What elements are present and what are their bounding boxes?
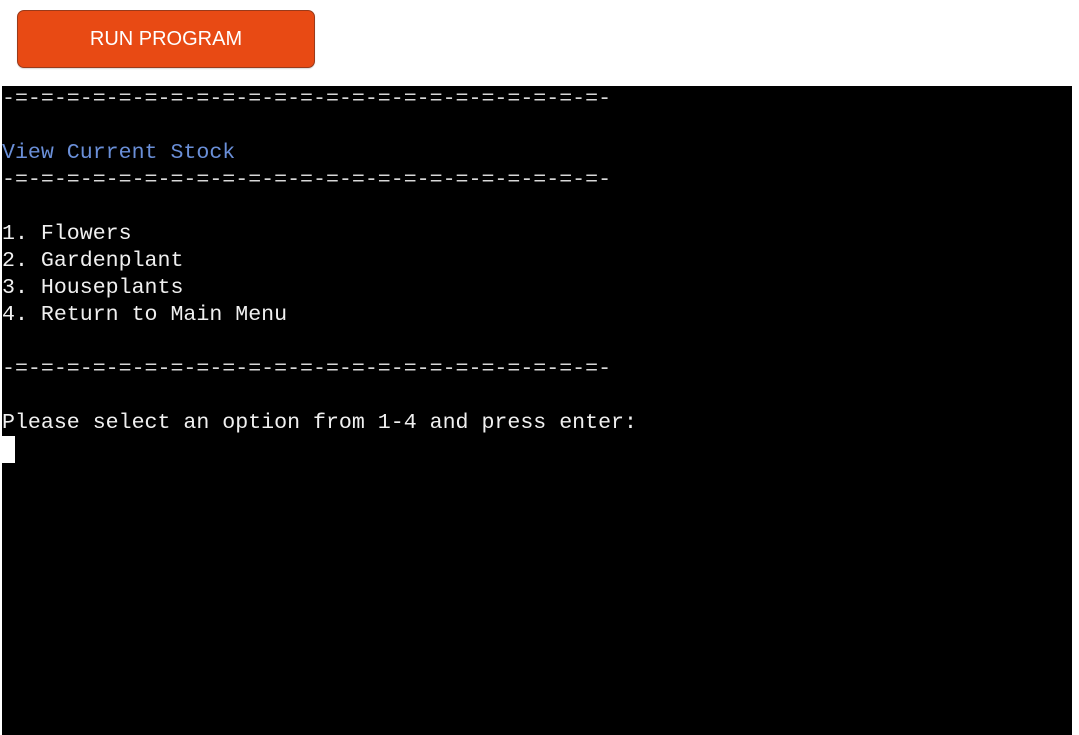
menu-option-flowers: 1. Flowers [2, 222, 132, 246]
run-program-button[interactable]: RUN PROGRAM [17, 10, 315, 68]
divider-line: -=-=-=-=-=-=-=-=-=-=-=-=-=-=-=-=-=-=-=-=… [2, 87, 612, 111]
divider-line: -=-=-=-=-=-=-=-=-=-=-=-=-=-=-=-=-=-=-=-=… [2, 357, 612, 381]
input-prompt: Please select an option from 1-4 and pre… [2, 411, 637, 435]
menu-option-return: 4. Return to Main Menu [2, 303, 288, 327]
divider-line: -=-=-=-=-=-=-=-=-=-=-=-=-=-=-=-=-=-=-=-=… [2, 168, 612, 192]
menu-option-houseplants: 3. Houseplants [2, 276, 184, 300]
terminal-cursor[interactable] [2, 436, 15, 463]
menu-heading: View Current Stock [2, 141, 236, 165]
terminal-output[interactable]: -=-=-=-=-=-=-=-=-=-=-=-=-=-=-=-=-=-=-=-=… [2, 86, 1072, 735]
menu-option-gardenplant: 2. Gardenplant [2, 249, 184, 273]
